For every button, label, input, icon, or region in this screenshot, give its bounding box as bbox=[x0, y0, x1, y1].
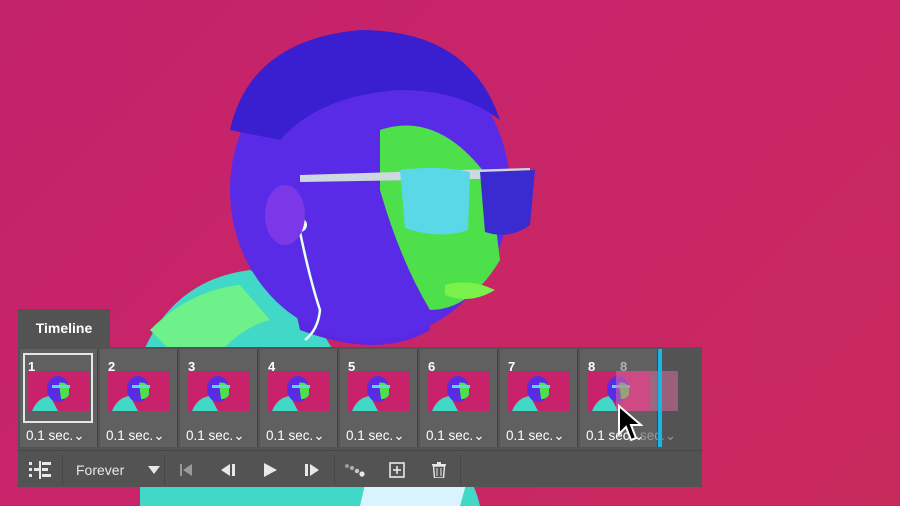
frame-thumbnail bbox=[428, 371, 490, 411]
frame-number: 3 bbox=[188, 359, 196, 374]
chevron-down-icon: ⌄ bbox=[73, 428, 85, 443]
frame-delay-value: 0.1 sec. bbox=[186, 428, 234, 443]
tween-icon bbox=[345, 463, 365, 477]
loop-options-select[interactable]: Forever bbox=[64, 451, 164, 488]
insert-position-indicator bbox=[658, 349, 662, 447]
convert-to-video-timeline-icon bbox=[29, 460, 51, 479]
frame-delay-value: 0.1 sec. bbox=[26, 428, 74, 443]
frame-delay-select[interactable]: 0.1 sec.⌄ bbox=[426, 428, 485, 444]
frame-delay-value: 0.1 sec. bbox=[426, 428, 474, 443]
chevron-down-icon bbox=[148, 466, 160, 474]
play-icon bbox=[263, 462, 277, 477]
frame-number: 8 bbox=[588, 359, 596, 374]
chevron-down-icon: ⌄ bbox=[233, 428, 245, 443]
arrow-cursor-icon bbox=[618, 404, 643, 442]
frame-thumbnail bbox=[508, 371, 570, 411]
frame-delay-value: 0.1 sec. bbox=[266, 428, 314, 443]
separator bbox=[62, 455, 63, 485]
previous-frame-button[interactable] bbox=[214, 451, 242, 488]
first-frame-icon bbox=[180, 463, 192, 476]
frame-delay-select[interactable]: 0.1 sec.⌄ bbox=[506, 428, 565, 444]
frame-delay-value: 0.1 sec. bbox=[106, 428, 154, 443]
frame-strip: 1 0.1 sec.⌄ 2 0.1 sec.⌄ 3 0.1 sec.⌄ 4 0.1 sec.⌄… bbox=[18, 347, 702, 448]
dragged-frame-number: 8 bbox=[620, 359, 628, 374]
chevron-down-icon: ⌄ bbox=[393, 428, 405, 443]
next-frame-button[interactable] bbox=[298, 451, 326, 488]
delete-frame-icon bbox=[432, 461, 446, 478]
next-frame-icon bbox=[305, 463, 319, 476]
convert-to-video-timeline-button[interactable] bbox=[22, 451, 58, 488]
frame-number: 5 bbox=[348, 359, 356, 374]
frame-thumbnail bbox=[108, 371, 170, 411]
timeline-tab[interactable]: Timeline bbox=[18, 309, 110, 347]
animation-frame[interactable]: 3 0.1 sec.⌄ bbox=[180, 349, 258, 447]
frame-delay-select[interactable]: 0.1 sec.⌄ bbox=[106, 428, 165, 444]
frame-number: 2 bbox=[108, 359, 116, 374]
chevron-down-icon: ⌄ bbox=[153, 428, 165, 443]
timeline-panel: 1 0.1 sec.⌄ 2 0.1 sec.⌄ 3 0.1 sec.⌄ 4 0.1 sec.⌄… bbox=[18, 347, 702, 487]
delete-frame-button[interactable] bbox=[424, 451, 454, 488]
animation-frame[interactable]: 2 0.1 sec.⌄ bbox=[100, 349, 178, 447]
first-frame-button[interactable] bbox=[172, 451, 200, 488]
animation-frame[interactable]: 6 0.1 sec.⌄ bbox=[420, 349, 498, 447]
play-button[interactable] bbox=[256, 451, 284, 488]
previous-frame-icon bbox=[221, 463, 235, 476]
separator bbox=[460, 455, 461, 485]
frame-number: 4 bbox=[268, 359, 276, 374]
loop-option-value: Forever bbox=[76, 461, 125, 478]
duplicate-frame-icon bbox=[389, 461, 405, 478]
chevron-down-icon: ⌄ bbox=[553, 428, 565, 443]
frame-thumbnail bbox=[28, 371, 90, 411]
frame-thumbnail bbox=[348, 371, 410, 411]
frame-delay-select[interactable]: 0.1 sec.⌄ bbox=[346, 428, 405, 444]
duplicate-frame-button[interactable] bbox=[382, 451, 412, 488]
frame-number: 6 bbox=[428, 359, 436, 374]
timeline-title: Timeline bbox=[35, 320, 93, 336]
frame-delay-select[interactable]: 0.1 sec.⌄ bbox=[26, 428, 85, 444]
frame-thumbnail bbox=[268, 371, 330, 411]
frame-number: 1 bbox=[28, 359, 36, 374]
animation-frame[interactable]: 5 0.1 sec.⌄ bbox=[340, 349, 418, 447]
chevron-down-icon: ⌄ bbox=[473, 428, 485, 443]
chevron-down-icon: ⌄ bbox=[313, 428, 325, 443]
frame-delay-select[interactable]: 0.1 sec.⌄ bbox=[266, 428, 325, 444]
frame-delay-select[interactable]: 0.1 sec.⌄ bbox=[186, 428, 245, 444]
separator bbox=[164, 455, 165, 485]
frame-number: 7 bbox=[508, 359, 516, 374]
separator bbox=[334, 455, 335, 485]
animation-frame[interactable]: 4 0.1 sec.⌄ bbox=[260, 349, 338, 447]
animation-frame[interactable]: 1 0.1 sec.⌄ bbox=[20, 349, 98, 447]
frame-thumbnail bbox=[188, 371, 250, 411]
tween-button[interactable] bbox=[340, 451, 370, 488]
animation-frame[interactable]: 7 0.1 sec.⌄ bbox=[500, 349, 578, 447]
frame-delay-value: 0.1 sec. bbox=[346, 428, 394, 443]
frame-delay-value: 0.1 sec. bbox=[506, 428, 554, 443]
timeline-controls: Forever bbox=[18, 450, 702, 488]
